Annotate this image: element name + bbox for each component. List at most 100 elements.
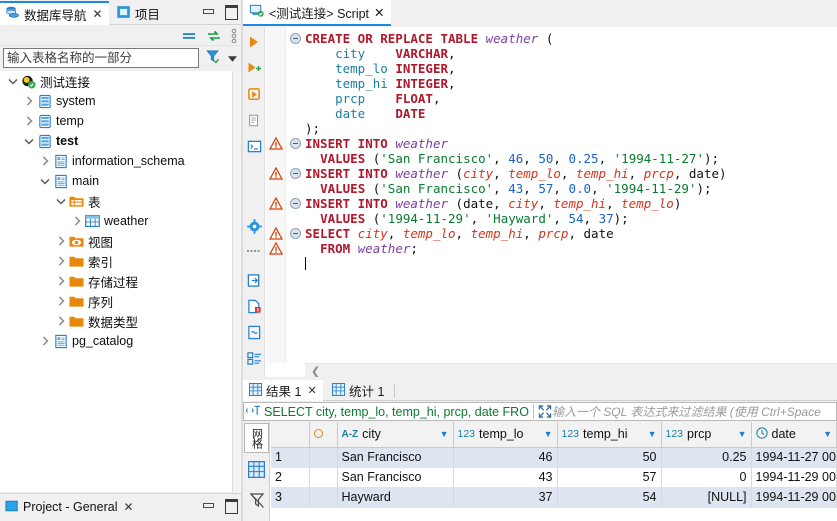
tree-item-索引[interactable]: 索引 bbox=[0, 251, 232, 271]
results-filter-bar[interactable]: SELECT city, temp_lo, temp_hi, prcp, dat… bbox=[243, 402, 837, 421]
code-line[interactable]: VALUES ('San Francisco', 46, 50, 0.25, '… bbox=[305, 151, 837, 166]
column-header-date[interactable]: date ▼ bbox=[751, 422, 837, 448]
cell-prcp[interactable]: [NULL] bbox=[661, 487, 752, 508]
code-line[interactable]: date DATE bbox=[305, 106, 837, 121]
close-icon[interactable]: ✕ bbox=[93, 7, 103, 21]
execute-statement-icon[interactable] bbox=[244, 32, 264, 52]
chevron-right-icon[interactable] bbox=[38, 151, 52, 171]
cell-prcp[interactable]: 0.25 bbox=[661, 447, 752, 468]
tree-item-information_schema[interactable]: information_schema bbox=[0, 151, 232, 171]
execute-script-icon[interactable] bbox=[244, 58, 264, 78]
row-status-header[interactable] bbox=[309, 422, 338, 448]
tree-item-视图[interactable]: 视图 bbox=[0, 231, 232, 251]
sql-filter-icon[interactable] bbox=[245, 404, 261, 420]
grid-presentation-icon[interactable]: 网格 bbox=[244, 423, 269, 453]
tab-database-navigator[interactable]: 数据库导航 ✕ bbox=[0, 1, 109, 25]
code-line[interactable]: ); bbox=[305, 121, 837, 136]
code-line[interactable]: city VARCHAR, bbox=[305, 46, 837, 61]
warning-icon[interactable] bbox=[268, 196, 284, 210]
tab-sql-script[interactable]: <测试连接> Script ✕ bbox=[243, 0, 391, 26]
export-data-icon[interactable] bbox=[244, 270, 264, 290]
explain-plan-icon[interactable] bbox=[244, 110, 264, 130]
fold-collapse-icon[interactable] bbox=[290, 168, 301, 179]
open-console-icon[interactable] bbox=[244, 136, 264, 156]
code-line[interactable]: FROM weather; bbox=[305, 241, 837, 256]
filter-icon[interactable] bbox=[205, 49, 220, 67]
chevron-down-icon[interactable] bbox=[6, 71, 20, 91]
minimize-icon[interactable] bbox=[202, 498, 215, 511]
close-icon[interactable]: ✕ bbox=[374, 5, 384, 20]
chevron-right-icon[interactable] bbox=[70, 211, 84, 231]
code-line[interactable]: VALUES ('San Francisco', 43, 57, 0.0, '1… bbox=[305, 181, 837, 196]
column-header-temp_hi[interactable]: 123 temp_hi ▼ bbox=[557, 422, 662, 448]
save-sql-icon[interactable] bbox=[244, 296, 264, 316]
chevron-right-icon[interactable] bbox=[54, 251, 68, 271]
tree-item-pg_catalog[interactable]: pg_catalog bbox=[0, 331, 232, 351]
code-line[interactable]: SELECT city, temp_lo, temp_hi, prcp, dat… bbox=[305, 226, 837, 241]
code-line[interactable]: INSERT INTO weather bbox=[305, 136, 837, 151]
execute-in-new-tab-icon[interactable] bbox=[244, 84, 264, 104]
cell-temp_hi[interactable]: 54 bbox=[557, 487, 662, 508]
tree-item-test[interactable]: test bbox=[0, 131, 232, 151]
fold-collapse-icon[interactable] bbox=[290, 138, 301, 149]
warning-icon[interactable] bbox=[268, 166, 284, 180]
cell-temp_lo[interactable]: 37 bbox=[453, 487, 558, 508]
code-line[interactable]: VALUES ('1994-11-29', 'Hayward', 54, 37)… bbox=[305, 211, 837, 226]
table-row[interactable]: 1 San Francisco46500.251994-11-27 00:00:0… bbox=[271, 447, 837, 468]
view-menu-icon[interactable] bbox=[231, 28, 237, 47]
link-with-editor-icon[interactable] bbox=[206, 30, 222, 45]
tab-results[interactable]: 结果 1 ✕ bbox=[243, 380, 323, 401]
chevron-down-icon[interactable] bbox=[228, 51, 237, 65]
chevron-down-icon[interactable] bbox=[38, 171, 52, 191]
chevron-right-icon[interactable] bbox=[54, 271, 68, 291]
grid-table-icon[interactable] bbox=[244, 454, 269, 484]
column-header-prcp[interactable]: 123 prcp ▼ bbox=[661, 422, 752, 448]
chevron-down-icon[interactable]: ▼ bbox=[823, 429, 832, 439]
chevron-down-icon[interactable]: ▼ bbox=[648, 429, 657, 439]
warning-icon[interactable] bbox=[268, 241, 284, 255]
database-tree[interactable]: 测试连接 system temp test information_schema… bbox=[0, 71, 233, 492]
options-dots-icon[interactable] bbox=[244, 240, 264, 260]
tree-item-存储过程[interactable]: 存储过程 bbox=[0, 271, 232, 291]
cell-temp_hi[interactable]: 57 bbox=[557, 467, 662, 488]
tab-project[interactable]: 项目 bbox=[112, 1, 166, 25]
cell-city[interactable]: Hayward bbox=[337, 487, 454, 508]
tree-item-序列[interactable]: 序列 bbox=[0, 291, 232, 311]
cell-city[interactable]: San Francisco bbox=[337, 447, 454, 468]
code-line[interactable]: INSERT INTO weather (city, temp_lo, temp… bbox=[305, 166, 837, 181]
minimize-icon[interactable] bbox=[202, 4, 215, 17]
load-sql-icon[interactable] bbox=[244, 322, 264, 342]
tab-statistics[interactable]: 统计 1 bbox=[326, 380, 390, 401]
maximize-icon[interactable] bbox=[224, 498, 238, 514]
close-icon[interactable]: ✕ bbox=[307, 384, 316, 397]
table-row[interactable]: 2 San Francisco435701994-11-29 00:00:00.0… bbox=[271, 467, 837, 488]
results-grid[interactable]: A-Z city ▼ 123 temp_lo ▼ 123 temp_hi ▼ 123 prcp ▼ da… bbox=[271, 422, 837, 521]
row-number-header[interactable] bbox=[271, 422, 310, 448]
close-icon[interactable]: ✕ bbox=[123, 500, 133, 514]
cell-city[interactable]: San Francisco bbox=[337, 467, 454, 488]
chevron-down-icon[interactable]: ▼ bbox=[738, 429, 747, 439]
cell-prcp[interactable]: 0 bbox=[661, 467, 752, 488]
fold-collapse-icon[interactable] bbox=[290, 33, 301, 44]
chevron-right-icon[interactable] bbox=[22, 111, 36, 131]
warning-icon[interactable] bbox=[268, 136, 284, 150]
navigator-vertical-scrollbar[interactable] bbox=[233, 71, 241, 492]
chevron-right-icon[interactable] bbox=[54, 291, 68, 311]
chevron-down-icon[interactable]: ▼ bbox=[440, 429, 449, 439]
tree-item-weather[interactable]: weather bbox=[0, 211, 232, 231]
cell-date[interactable]: 1994-11-29 00:00:00.000 bbox=[751, 487, 837, 508]
code-line[interactable]: temp_hi INTEGER, bbox=[305, 76, 837, 91]
editor-horizontal-scrollbar[interactable]: ❮ bbox=[305, 363, 837, 378]
outline-icon[interactable] bbox=[244, 348, 264, 368]
collapse-all-icon[interactable] bbox=[182, 30, 197, 45]
maximize-icon[interactable] bbox=[224, 4, 238, 20]
chevron-down-icon[interactable] bbox=[22, 131, 36, 151]
cell-temp_hi[interactable]: 50 bbox=[557, 447, 662, 468]
code-line[interactable]: INSERT INTO weather (date, city, temp_hi… bbox=[305, 196, 837, 211]
column-header-city[interactable]: A-Z city ▼ bbox=[337, 422, 454, 448]
tree-item-表[interactable]: 表 bbox=[0, 191, 232, 211]
chevron-right-icon[interactable] bbox=[54, 231, 68, 251]
expand-icon[interactable] bbox=[538, 405, 552, 418]
code-line[interactable]: prcp FLOAT, bbox=[305, 91, 837, 106]
tree-item-测试连接[interactable]: 测试连接 bbox=[0, 71, 232, 91]
